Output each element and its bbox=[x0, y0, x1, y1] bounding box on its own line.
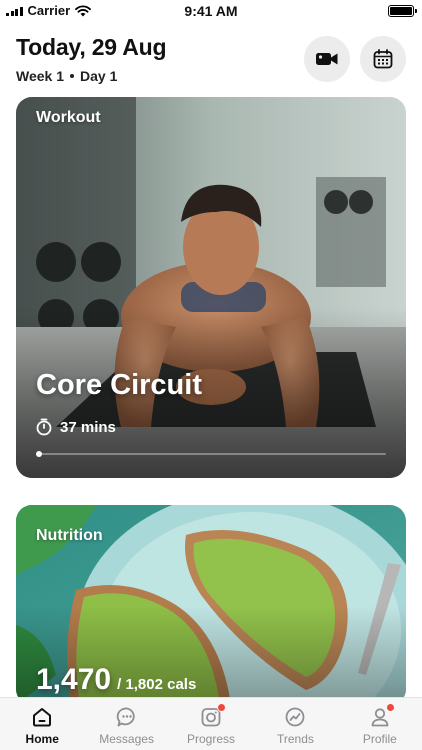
tab-profile[interactable]: Profile bbox=[338, 698, 422, 750]
calories-consumed: 1,470 bbox=[36, 663, 112, 696]
duration-value: 37 mins bbox=[60, 418, 116, 436]
status-bar: Carrier 9:41 AM bbox=[0, 0, 422, 22]
stopwatch-icon bbox=[36, 418, 52, 436]
tab-trends[interactable]: Trends bbox=[253, 698, 337, 750]
messages-icon bbox=[116, 706, 138, 728]
nutrition-label: Nutrition bbox=[36, 527, 103, 544]
workout-progress-indicator bbox=[36, 451, 42, 457]
week-label: Week 1 bbox=[16, 68, 64, 84]
video-button[interactable] bbox=[304, 36, 350, 82]
status-time: 9:41 AM bbox=[184, 3, 238, 19]
tab-profile-label: Profile bbox=[362, 732, 397, 746]
page-title: Today, 29 Aug bbox=[16, 34, 167, 60]
workout-progress-track bbox=[36, 451, 386, 457]
notification-badge bbox=[385, 703, 395, 712]
workout-duration: 37 mins bbox=[36, 418, 116, 436]
video-camera-icon bbox=[316, 53, 338, 65]
home-icon bbox=[31, 706, 53, 728]
tab-home[interactable]: Home bbox=[0, 698, 84, 750]
calories-goal: / 1,802 cals bbox=[117, 676, 197, 693]
trends-icon bbox=[284, 706, 306, 728]
calorie-summary: 1,470 / 1,802 cals bbox=[36, 663, 196, 697]
program-progress: Week 1 Day 1 bbox=[16, 68, 117, 84]
day-label: Day 1 bbox=[80, 68, 118, 84]
workout-label: Workout bbox=[36, 109, 101, 126]
tab-progress-label: Progress bbox=[187, 732, 236, 746]
calendar-button[interactable] bbox=[360, 36, 406, 82]
nutrition-card[interactable]: Nutrition 1,470 / 1,802 cals bbox=[16, 505, 406, 705]
workout-title: Core Circuit bbox=[36, 369, 202, 401]
calendar-icon bbox=[373, 49, 393, 69]
battery-icon bbox=[388, 5, 417, 17]
profile-icon bbox=[369, 703, 395, 728]
tab-bar: Home Messages Progress Trends Profile bbox=[0, 697, 422, 750]
tab-messages[interactable]: Messages bbox=[84, 698, 168, 750]
tab-progress[interactable]: Progress bbox=[169, 698, 253, 750]
tab-home-label: Home bbox=[25, 732, 59, 746]
progress-camera-icon bbox=[200, 703, 227, 728]
workout-card[interactable]: Workout Core Circuit 37 mins bbox=[16, 97, 406, 478]
tab-messages-label: Messages bbox=[99, 732, 154, 746]
tab-trends-label: Trends bbox=[276, 732, 314, 746]
notification-badge bbox=[217, 703, 227, 712]
separator-dot bbox=[70, 74, 74, 78]
